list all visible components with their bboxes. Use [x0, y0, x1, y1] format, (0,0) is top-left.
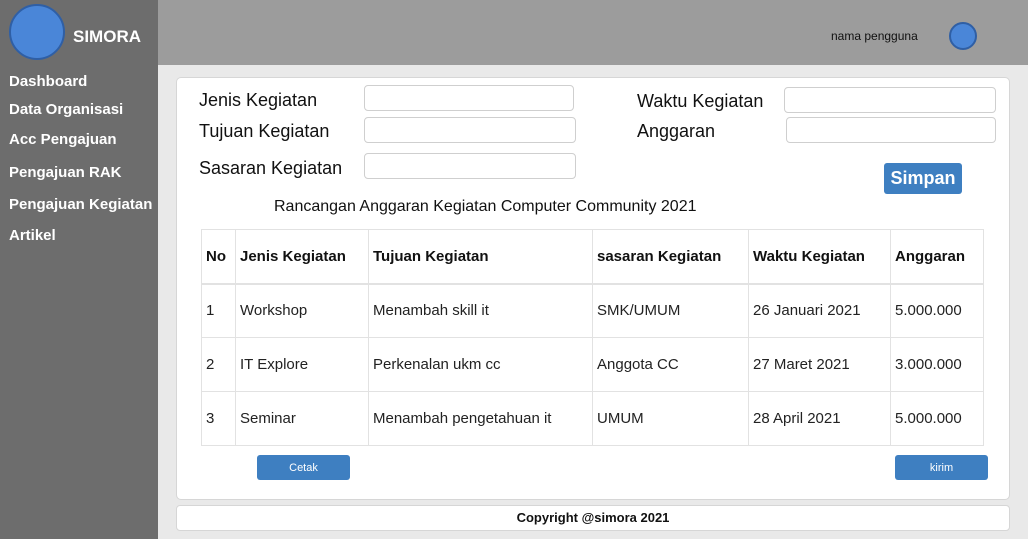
- cell-no: 3: [201, 391, 236, 446]
- cell-jenis: Seminar: [235, 391, 369, 446]
- table-title: Rancangan Anggaran Kegiatan Computer Com…: [274, 198, 697, 215]
- cell-jenis: IT Explore: [235, 337, 369, 392]
- sidebar-item-dashboard[interactable]: Dashboard: [9, 73, 87, 90]
- cell-tujuan: Menambah skill it: [368, 283, 593, 338]
- header-waktu-kegiatan: Waktu Kegiatan: [748, 229, 891, 285]
- sidebar-item-pengajuan-kegiatan[interactable]: Pengajuan Kegiatan: [9, 196, 152, 213]
- cell-tujuan: Perkenalan ukm cc: [368, 337, 593, 392]
- main-panel: Jenis Kegiatan Tujuan Kegiatan Sasaran K…: [176, 77, 1010, 500]
- cell-sasaran: UMUM: [592, 391, 749, 446]
- topbar: nama pengguna: [158, 0, 1028, 65]
- table-header-row: No Jenis Kegiatan Tujuan Kegiatan sasara…: [201, 229, 984, 285]
- table-row: 2 IT Explore Perkenalan ukm cc Anggota C…: [201, 337, 984, 392]
- sidebar-item-pengajuan-rak[interactable]: Pengajuan RAK: [9, 164, 122, 181]
- header-tujuan-kegiatan: Tujuan Kegiatan: [368, 229, 593, 285]
- sidebar-item-acc-pengajuan[interactable]: Acc Pengajuan: [9, 131, 117, 148]
- tujuan-kegiatan-input[interactable]: [364, 117, 576, 143]
- sidebar-item-artikel[interactable]: Artikel: [9, 227, 56, 244]
- header-no: No: [201, 229, 236, 285]
- cell-sasaran: SMK/UMUM: [592, 283, 749, 338]
- cell-waktu: 28 April 2021: [748, 391, 891, 446]
- cell-anggaran: 3.000.000: [890, 337, 984, 392]
- cell-no: 2: [201, 337, 236, 392]
- rak-table: No Jenis Kegiatan Tujuan Kegiatan sasara…: [201, 229, 984, 446]
- sidebar-item-data-organisasi[interactable]: Data Organisasi: [9, 101, 123, 118]
- cell-no: 1: [201, 283, 236, 338]
- waktu-kegiatan-label: Waktu Kegiatan: [637, 91, 764, 111]
- jenis-kegiatan-label: Jenis Kegiatan: [199, 90, 318, 110]
- cell-sasaran: Anggota CC: [592, 337, 749, 392]
- sasaran-kegiatan-label: Sasaran Kegiatan: [199, 158, 343, 178]
- user-avatar-icon[interactable]: [949, 22, 977, 50]
- cetak-button[interactable]: Cetak: [257, 455, 350, 480]
- sasaran-kegiatan-input[interactable]: [364, 153, 576, 179]
- footer-copyright: Copyright @simora 2021: [176, 505, 1010, 531]
- app-name: SIMORA: [73, 27, 141, 46]
- anggaran-input[interactable]: [786, 117, 996, 143]
- cell-anggaran: 5.000.000: [890, 283, 984, 338]
- header-jenis-kegiatan: Jenis Kegiatan: [235, 229, 369, 285]
- table-row: 3 Seminar Menambah pengetahuan it UMUM 2…: [201, 391, 984, 446]
- header-anggaran: Anggaran: [890, 229, 984, 285]
- header-sasaran-kegiatan: sasaran Kegiatan: [592, 229, 749, 285]
- tujuan-kegiatan-label: Tujuan Kegiatan: [199, 121, 330, 141]
- logo-circle-icon: [9, 4, 65, 60]
- cell-waktu: 26 Januari 2021: [748, 283, 891, 338]
- anggaran-label: Anggaran: [637, 121, 716, 141]
- user-name[interactable]: nama pengguna: [831, 29, 918, 43]
- cell-jenis: Workshop: [235, 283, 369, 338]
- table-row: 1 Workshop Menambah skill it SMK/UMUM 26…: [201, 283, 984, 338]
- jenis-kegiatan-input[interactable]: [364, 85, 574, 111]
- simpan-button[interactable]: Simpan: [884, 163, 962, 194]
- cell-tujuan: Menambah pengetahuan it: [368, 391, 593, 446]
- sidebar: SIMORA Dashboard Data Organisasi Acc Pen…: [0, 0, 158, 539]
- cell-waktu: 27 Maret 2021: [748, 337, 891, 392]
- kirim-button[interactable]: kirim: [895, 455, 988, 480]
- cell-anggaran: 5.000.000: [890, 391, 984, 446]
- waktu-kegiatan-input[interactable]: [784, 87, 996, 113]
